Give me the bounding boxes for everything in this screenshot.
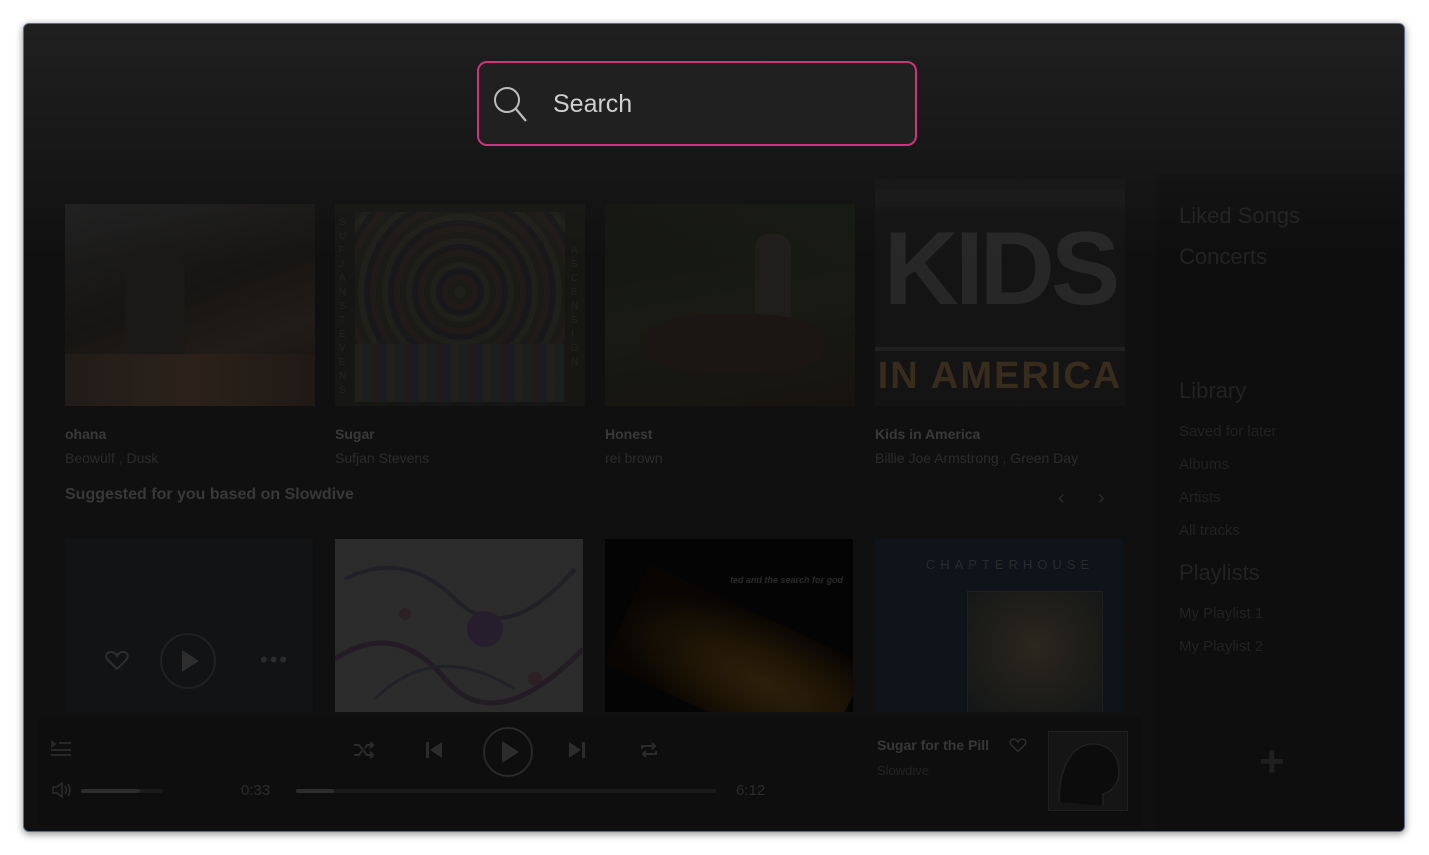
album-art: S U F J A N S T E V E N S A S C E N S I … (335, 204, 585, 406)
queue-icon[interactable] (49, 737, 71, 762)
heart-icon[interactable] (1009, 737, 1027, 758)
volume-icon[interactable] (51, 781, 73, 804)
now-playing-art (1048, 731, 1128, 811)
play-icon[interactable] (160, 633, 216, 689)
sidebar-item-albums[interactable]: Albums (1179, 456, 1229, 473)
playlists-heading: Playlists (1179, 560, 1260, 585)
sidebar-item-artists[interactable]: Artists (1179, 489, 1221, 506)
track-artist[interactable]: Slowdive (877, 763, 929, 778)
album-art (605, 204, 855, 406)
play-button[interactable] (483, 727, 533, 777)
suggested-card[interactable] (335, 539, 583, 712)
album-art (65, 204, 315, 406)
suggested-card[interactable]: ••• (65, 539, 313, 712)
album-card[interactable]: KIDS IN AMERICA Kids in America Billie J… (875, 179, 1125, 466)
suggested-art-text: ted and the search for god (729, 575, 843, 585)
chevron-left-icon[interactable]: ‹ (1058, 487, 1065, 510)
album-artists[interactable]: rei brown (605, 450, 663, 466)
search-input[interactable] (551, 81, 895, 127)
album-card[interactable]: S U F J A N S T E V E N S A S C E N S I … (335, 204, 585, 466)
chevron-right-icon[interactable]: › (1098, 487, 1105, 510)
current-time: 0:33 (241, 782, 271, 799)
album-art-text: A S C E N S I O N (571, 245, 579, 368)
repeat-icon[interactable] (638, 741, 660, 764)
suggested-card[interactable]: CHAPTERHOUSE (875, 539, 1123, 712)
suggested-art (335, 539, 583, 712)
sidebar-item-playlist-2[interactable]: My Playlist 2 (1179, 638, 1263, 655)
app-window: ohana Beowülf , Dusk S U F J A N S T E V… (23, 23, 1405, 832)
album-card[interactable]: Honest rei brown (605, 204, 855, 466)
search-box[interactable] (477, 61, 917, 146)
suggested-art-text: CHAPTERHOUSE (925, 557, 1095, 572)
library-heading: Library (1179, 378, 1247, 403)
section-title: Suggested for you based on Slowdive (65, 486, 354, 503)
album-title: ohana (65, 426, 107, 442)
progress-bar[interactable] (296, 789, 716, 793)
album-art-text: KIDS (883, 211, 1120, 327)
player-bar: 0:33 6:12 Sugar for the Pill Slowdive (37, 717, 1141, 827)
album-artists[interactable]: Sufjan Stevens (335, 450, 429, 466)
album-artists[interactable]: Beowülf , Dusk (65, 450, 158, 466)
sidebar-item-concerts[interactable]: Concerts (1179, 244, 1267, 270)
previous-track-icon[interactable] (425, 741, 443, 764)
suggested-art: CHAPTERHOUSE (875, 539, 1123, 712)
album-art-text: S U F J A N S T E V E N S (339, 217, 347, 396)
album-title: Honest (605, 426, 653, 442)
album-title: Kids in America (875, 426, 981, 442)
more-options-icon[interactable]: ••• (260, 647, 289, 673)
sidebar-item-saved-for-later[interactable]: Saved for later (1179, 423, 1277, 440)
volume-fill (81, 789, 141, 793)
heart-icon[interactable] (105, 649, 129, 673)
volume-slider[interactable] (81, 789, 163, 793)
total-time: 6:12 (736, 782, 766, 799)
album-artists[interactable]: Billie Joe Armstrong , Green Day (875, 450, 1078, 466)
track-title[interactable]: Sugar for the Pill (877, 737, 989, 753)
sidebar: Liked Songs Concerts Library Saved for l… (1156, 174, 1404, 831)
suggested-card[interactable]: ted and the search for god (605, 539, 853, 712)
next-track-icon[interactable] (568, 741, 586, 764)
search-icon (492, 85, 528, 128)
album-card[interactable]: ohana Beowülf , Dusk (65, 204, 315, 466)
suggested-art: ted and the search for god (605, 539, 853, 712)
sidebar-item-liked-songs[interactable]: Liked Songs (1179, 203, 1300, 229)
add-playlist-icon[interactable]: + (1259, 737, 1285, 787)
sidebar-item-all-tracks[interactable]: All tracks (1179, 522, 1240, 539)
shuffle-icon[interactable] (353, 741, 375, 764)
album-title: Sugar (335, 426, 375, 442)
album-art: KIDS IN AMERICA (875, 179, 1125, 406)
progress-fill (296, 789, 334, 793)
suggested-art: ••• (65, 539, 313, 712)
album-art-text: IN AMERICA (877, 355, 1123, 397)
sidebar-item-playlist-1[interactable]: My Playlist 1 (1179, 605, 1263, 622)
